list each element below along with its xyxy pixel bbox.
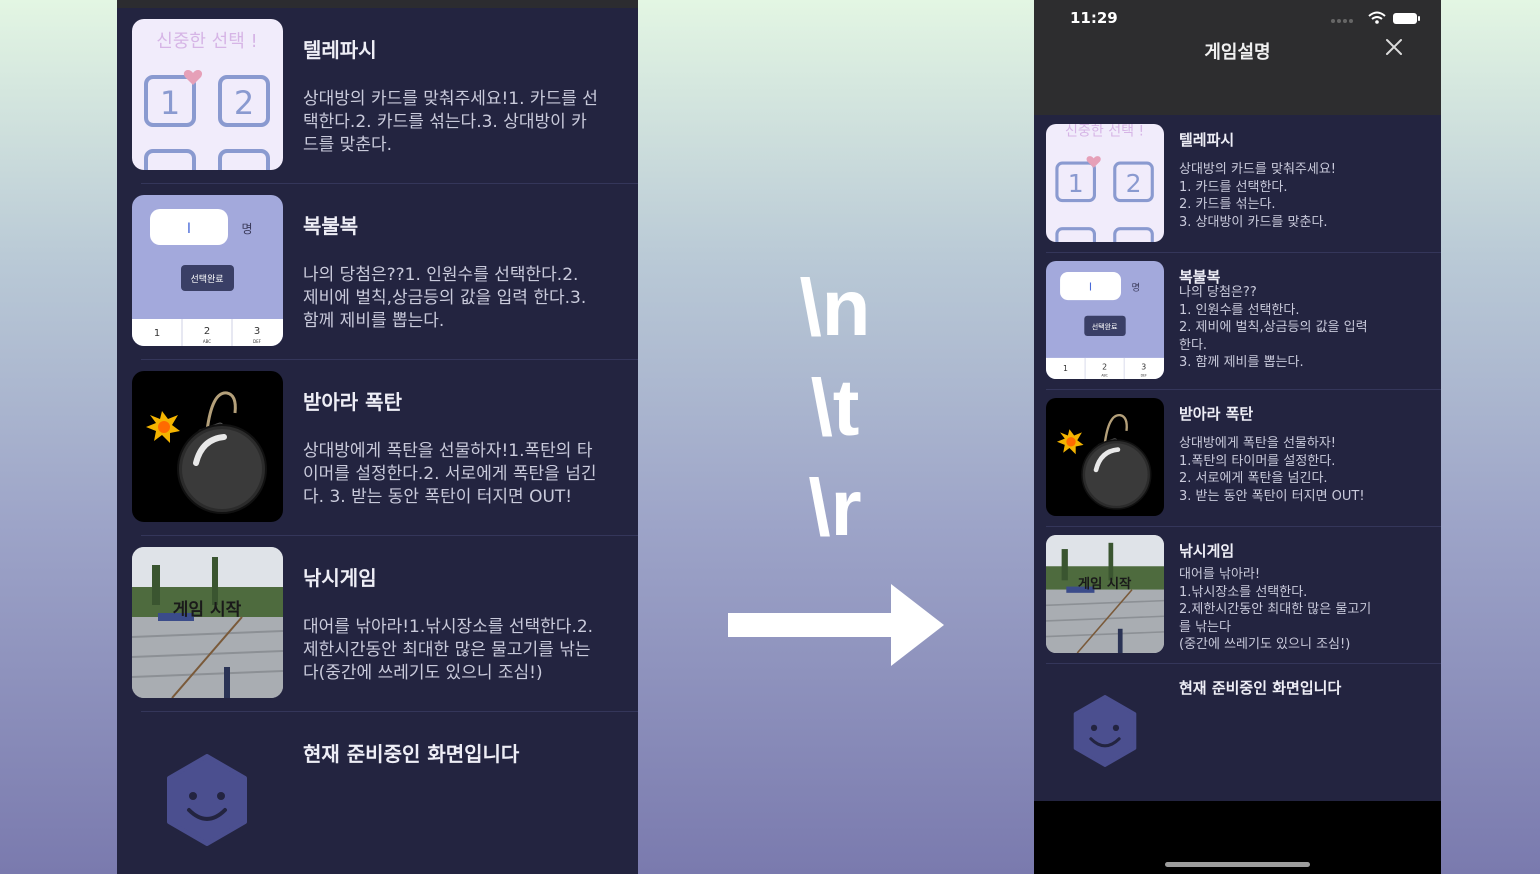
svg-text:선택완료: 선택완료 bbox=[1092, 322, 1118, 331]
svg-text:ABC: ABC bbox=[1101, 374, 1107, 378]
svg-text:1: 1 bbox=[1063, 364, 1068, 373]
svg-text:I: I bbox=[187, 221, 191, 237]
list-item-bomb[interactable]: 받아라 폭탄 상대방에게 폭탄을 선물하자!1.폭탄의 타이머를 설정한다.2.… bbox=[117, 360, 638, 536]
svg-text:1: 1 bbox=[154, 328, 160, 339]
telepathy-thumbnail: 신중한 선택 ! 1 2 bbox=[1046, 124, 1164, 242]
phone-screenshot: 11:29 게임설명 신중한 선택 ! 1 2 텔레파시 상대방의 카드를 맞춰… bbox=[1034, 0, 1441, 874]
game-title: 받아라 폭탄 bbox=[1179, 405, 1254, 423]
game-description: 상대방의 카드를 맞춰주세요!1. 카드를 선택한다.2. 카드를 섞는다.3.… bbox=[303, 89, 598, 155]
top-bar bbox=[117, 0, 638, 8]
game-title: 낚시게임 bbox=[1179, 542, 1235, 560]
wifi-icon bbox=[1368, 11, 1386, 24]
list-item-telepathy[interactable]: 신중한 선택 ! 1 2 텔레파시 상대방의 카드를 맞춰주세요!1. 카드를 … bbox=[117, 8, 638, 184]
close-icon bbox=[1386, 39, 1402, 55]
status-time: 11:29 bbox=[1070, 9, 1118, 27]
svg-text:게임 시작: 게임 시작 bbox=[1078, 575, 1132, 592]
status-icons bbox=[1329, 10, 1423, 26]
game-description: 상대방에게 폭탄을 선물하자! 1.폭탄의 타이머를 설정한다. 2. 서로에게… bbox=[1179, 436, 1365, 504]
game-description: 나의 당첨은??1. 인원수를 선택한다.2. 제비에 벌칙,상금등의 값을 입… bbox=[303, 265, 587, 331]
list-item-coming-soon[interactable]: 현재 준비중인 화면입니다 bbox=[117, 712, 638, 874]
svg-text:3: 3 bbox=[254, 326, 260, 337]
svg-text:게임 시작: 게임 시작 bbox=[173, 599, 242, 620]
smiley-hexagon-icon bbox=[165, 754, 249, 846]
close-button[interactable] bbox=[1383, 36, 1405, 58]
game-description: 대어를 낚아라!1.낚시장소를 선택한다.2.제한시간동안 최대한 많은 물고기… bbox=[303, 617, 594, 683]
game-title: 텔레파시 bbox=[303, 38, 377, 62]
game-title: 낚시게임 bbox=[303, 566, 377, 590]
escape-sequence-labels: \n \t \r bbox=[760, 258, 910, 558]
return-label: \r bbox=[808, 463, 862, 552]
game-list[interactable]: 신중한 선택 ! 1 2 텔레파시 상대방의 카드를 맞춰주세요! 1. 카드를… bbox=[1034, 115, 1441, 801]
list-item-bomb[interactable]: 받아라 폭탄 상대방에게 폭탄을 선물하자! 1.폭탄의 타이머를 설정한다. … bbox=[1034, 389, 1441, 527]
bomb-thumbnail bbox=[1046, 398, 1164, 516]
svg-text:1: 1 bbox=[1068, 169, 1084, 198]
svg-text:명: 명 bbox=[1132, 283, 1141, 294]
svg-text:신중한 선택 !: 신중한 선택 ! bbox=[1065, 124, 1144, 140]
bomb-thumbnail bbox=[132, 371, 283, 522]
game-description: 상대방에게 폭탄을 선물하자!1.폭탄의 타이머를 설정한다.2. 서로에게 폭… bbox=[303, 441, 597, 507]
lottery-thumbnail: I 명 선택완료 1 2 3 ABC DEF bbox=[1046, 261, 1164, 379]
fishing-thumbnail: 게임 시작 bbox=[1046, 535, 1164, 653]
home-indicator[interactable] bbox=[1165, 862, 1310, 867]
svg-text:2: 2 bbox=[204, 326, 210, 337]
svg-text:DEF: DEF bbox=[253, 339, 262, 344]
smiley-hexagon-icon bbox=[1072, 695, 1138, 767]
svg-text:I: I bbox=[1089, 281, 1092, 294]
svg-text:명: 명 bbox=[241, 222, 252, 236]
svg-text:2: 2 bbox=[1126, 169, 1142, 198]
card-number-2: 2 bbox=[234, 84, 254, 122]
list-item-fishing[interactable]: 게임 시작 낚시게임 대어를 낚아라! 1.낚시장소를 선택한다. 2.제한시간… bbox=[1034, 526, 1441, 664]
svg-text:3: 3 bbox=[1141, 363, 1146, 372]
signal-dots-icon bbox=[1331, 19, 1353, 23]
game-description: 나의 당첨은?? 1. 인원수를 선택한다. 2. 제비에 벌칙,상금등의 값을… bbox=[1179, 285, 1368, 371]
tab-label: \t bbox=[810, 363, 860, 452]
navigation-bar: 게임설명 bbox=[1034, 28, 1441, 115]
svg-text:ABC: ABC bbox=[203, 339, 211, 344]
arrow-right-icon bbox=[728, 584, 944, 666]
game-title: 받아라 폭탄 bbox=[303, 390, 402, 414]
game-title: 복불복 bbox=[303, 214, 359, 238]
telepathy-caption: 신중한 선택 ! bbox=[156, 31, 257, 52]
telepathy-thumbnail: 신중한 선택 ! 1 2 bbox=[132, 19, 283, 170]
game-title: 현재 준비중인 화면입니다 bbox=[1179, 679, 1342, 697]
battery-icon bbox=[1393, 13, 1420, 24]
svg-text:DEF: DEF bbox=[1141, 374, 1147, 378]
svg-text:선택완료: 선택완료 bbox=[190, 274, 223, 285]
list-item-telepathy[interactable]: 신중한 선택 ! 1 2 텔레파시 상대방의 카드를 맞춰주세요! 1. 카드를… bbox=[1034, 115, 1441, 253]
game-title: 현재 준비중인 화면입니다 bbox=[303, 742, 520, 766]
list-item-coming-soon[interactable]: 현재 준비중인 화면입니다 bbox=[1034, 663, 1441, 801]
game-title: 텔레파시 bbox=[1179, 131, 1235, 149]
lottery-thumbnail: I 명 선택완료 1 2 3 ABC DEF bbox=[132, 195, 283, 346]
page-title: 게임설명 bbox=[1204, 42, 1271, 63]
game-description: 대어를 낚아라! 1.낚시장소를 선택한다. 2.제한시간동안 최대한 많은 물… bbox=[1179, 567, 1372, 653]
list-item-lottery[interactable]: I 명 선택완료 1 2 3 ABC DEF 복불복 나의 당첨은?? 1. 인… bbox=[1034, 252, 1441, 390]
list-item-fishing[interactable]: 게임 시작 낚시게임 대어를 낚아라!1.낚시장소를 선택한다.2.제한시간동안… bbox=[117, 536, 638, 712]
list-item-lottery[interactable]: I 명 선택완료 1 2 3 ABC DEF 복불복 나의 당첨은??1. 인원… bbox=[117, 184, 638, 360]
left-screenshot-panel: 신중한 선택 ! 1 2 텔레파시 상대방의 카드를 맞춰주세요!1. 카드를 … bbox=[117, 0, 638, 874]
card-number-1: 1 bbox=[160, 84, 180, 122]
fishing-thumbnail: 게임 시작 bbox=[132, 547, 283, 698]
svg-text:2: 2 bbox=[1102, 363, 1107, 372]
newline-label: \n bbox=[799, 263, 871, 352]
game-description: 상대방의 카드를 맞춰주세요! 1. 카드를 선택한다. 2. 카드를 섞는다.… bbox=[1179, 162, 1336, 230]
